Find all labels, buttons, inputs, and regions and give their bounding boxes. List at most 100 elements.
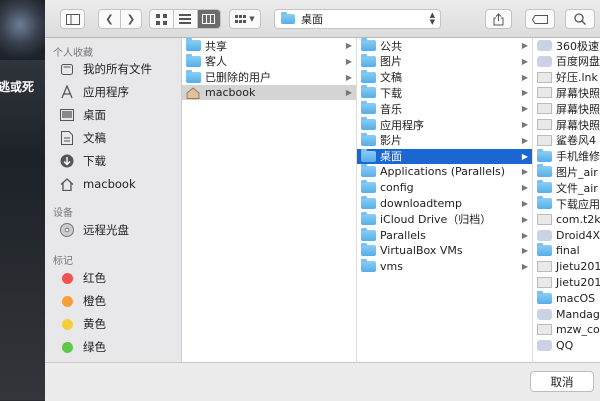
sidebar-item-label: macbook [83, 177, 136, 191]
file-icon [537, 87, 552, 99]
list-item[interactable]: 音乐 ▶ [357, 101, 532, 116]
sidebar-item-applications[interactable]: 应用程序 [59, 82, 129, 102]
share-button[interactable] [485, 9, 512, 29]
list-item[interactable]: 客人 ▶ [182, 53, 356, 69]
sidebar-item-remote-disc[interactable]: 远程光盘 [59, 220, 129, 240]
list-item[interactable]: 屏幕快照 [533, 85, 600, 100]
list-item[interactable]: mzw_co [533, 322, 600, 337]
list-item[interactable]: Mandag [533, 307, 600, 322]
list-item[interactable]: 下载应用 [533, 196, 600, 211]
folder-icon [361, 38, 376, 51]
list-item-label: com.t2k [556, 212, 600, 226]
tag-button[interactable] [525, 9, 555, 29]
search-icon [574, 13, 586, 25]
sidebar-item-home[interactable]: macbook [59, 174, 136, 194]
list-item-label: 客人 [205, 55, 227, 69]
list-item[interactable]: macOS [533, 290, 600, 306]
list-view-button[interactable] [174, 10, 198, 28]
favorites-section-title: 个人收藏 [53, 48, 93, 59]
folder-icon [537, 148, 552, 162]
list-item[interactable]: 屏幕快照 [533, 117, 600, 132]
list-item[interactable]: Droid4X [533, 228, 600, 243]
list-item[interactable]: QQ [533, 338, 600, 353]
list-item[interactable]: iCloud Drive（归档） ▶ [357, 211, 532, 227]
chevron-right-icon: ▶ [521, 214, 528, 224]
folder-icon [281, 12, 295, 24]
forward-button[interactable]: ❯ [121, 10, 141, 28]
list-item-label: config [380, 181, 414, 195]
sidebar-item-downloads[interactable]: 下载 [59, 151, 106, 171]
list-item-label: 屏幕快照 [556, 86, 600, 100]
list-item[interactable]: 手机维修 [533, 148, 600, 164]
folder-icon [537, 290, 552, 304]
list-item[interactable]: final [533, 243, 600, 258]
chevron-right-icon: ▶ [521, 183, 528, 193]
tag-dot-green-icon [59, 339, 75, 355]
arrange-button[interactable]: ▼ [229, 9, 261, 29]
list-item[interactable]: 应用程序 ▶ [357, 117, 532, 132]
sidebar-item-label: 文稿 [83, 131, 106, 145]
icon-view-button[interactable] [150, 10, 175, 28]
list-item-label: 图片 [380, 55, 402, 69]
sidebar-item-all-files[interactable]: 我的所有文件 [59, 59, 152, 79]
folder-icon [361, 259, 376, 273]
list-item-label: 屏幕快照 [556, 102, 600, 116]
open-file-dialog: ❮ ❯ ▼ 桌面 ▲ ▼ 个人收藏 我的所有文件 应用程序 桌面 文稿 下载 m… [45, 0, 600, 401]
chevron-right-icon: ▶ [521, 151, 528, 161]
list-item[interactable]: 图片 ▶ [357, 53, 532, 69]
list-item-label: 百度网盘 [556, 55, 600, 69]
list-item-label: Mandag [556, 307, 600, 321]
disc-icon [59, 222, 75, 238]
list-item[interactable]: VirtualBox VMs ▶ [357, 243, 532, 258]
chevron-right-icon: ▶ [521, 72, 528, 82]
list-item[interactable]: 影片 ▶ [357, 132, 532, 148]
list-item[interactable]: 文件_air [533, 180, 600, 195]
list-item[interactable]: 文稿 ▶ [357, 69, 532, 85]
sidebar-item-tag-orange[interactable]: 橙色 [59, 291, 106, 311]
sidebar-item-tag-yellow[interactable]: 黄色 [59, 314, 106, 334]
list-item[interactable]: 下载 ▶ [357, 85, 532, 100]
list-item[interactable]: 公共 ▶ [357, 38, 532, 53]
list-item[interactable]: 屏幕快照 [533, 101, 600, 116]
view-mode-buttons [149, 9, 221, 29]
cancel-button[interactable]: 取消 [530, 371, 594, 392]
chevron-right-icon: ▶ [521, 230, 528, 240]
list-item[interactable]: 鲨卷风4 [533, 133, 600, 148]
sidebar-item-desktop[interactable]: 桌面 [59, 105, 106, 125]
list-item[interactable]: 已删除的用户 ▶ [182, 69, 356, 85]
list-item[interactable]: vms ▶ [357, 259, 532, 274]
chevron-right-icon: ▶ [521, 135, 528, 145]
list-item[interactable]: 好压.lnk [533, 70, 600, 85]
folder-icon [361, 243, 376, 257]
list-item[interactable]: com.t2k [533, 212, 600, 227]
list-item[interactable]: Jietu201 [533, 275, 600, 290]
list-item[interactable]: 图片_air [533, 164, 600, 179]
list-item[interactable]: Parallels ▶ [357, 227, 532, 243]
list-item[interactable]: 百度网盘 [533, 54, 600, 69]
path-popup[interactable]: 桌面 ▲ ▼ [274, 9, 441, 29]
list-item[interactable]: Jietu201 [533, 259, 600, 274]
list-item[interactable]: downloadtemp ▶ [357, 196, 532, 211]
chevron-right-icon: ❯ [126, 13, 136, 25]
background-text: 逃或死 [0, 80, 35, 94]
list-item-label: final [556, 244, 580, 258]
sidebar-item-documents[interactable]: 文稿 [59, 128, 106, 148]
sidebar-toggle-button[interactable] [60, 9, 85, 29]
list-item[interactable]: macbook ▶ [182, 85, 356, 101]
column-view-button[interactable] [197, 10, 220, 28]
list-item[interactable]: config ▶ [357, 180, 532, 195]
search-button[interactable] [565, 9, 595, 29]
folder-icon [361, 117, 376, 130]
back-button[interactable]: ❮ [99, 10, 121, 28]
list-item[interactable]: 桌面 ▶ [357, 148, 532, 164]
background-avatar-art [0, 0, 46, 60]
list-item[interactable]: 360极速 [533, 38, 600, 53]
tag-dot [61, 295, 73, 307]
list-item[interactable]: Applications (Parallels) ▶ [357, 164, 532, 179]
sidebar-item-tag-red[interactable]: 红色 [59, 268, 106, 288]
list-item[interactable]: 共享 ▶ [182, 38, 356, 53]
sidebar-item-tag-green[interactable]: 绿色 [59, 337, 106, 357]
app-icon [537, 40, 552, 51]
sidebar-item-label: 我的所有文件 [83, 62, 152, 76]
chevron-right-icon: ▶ [345, 56, 352, 66]
